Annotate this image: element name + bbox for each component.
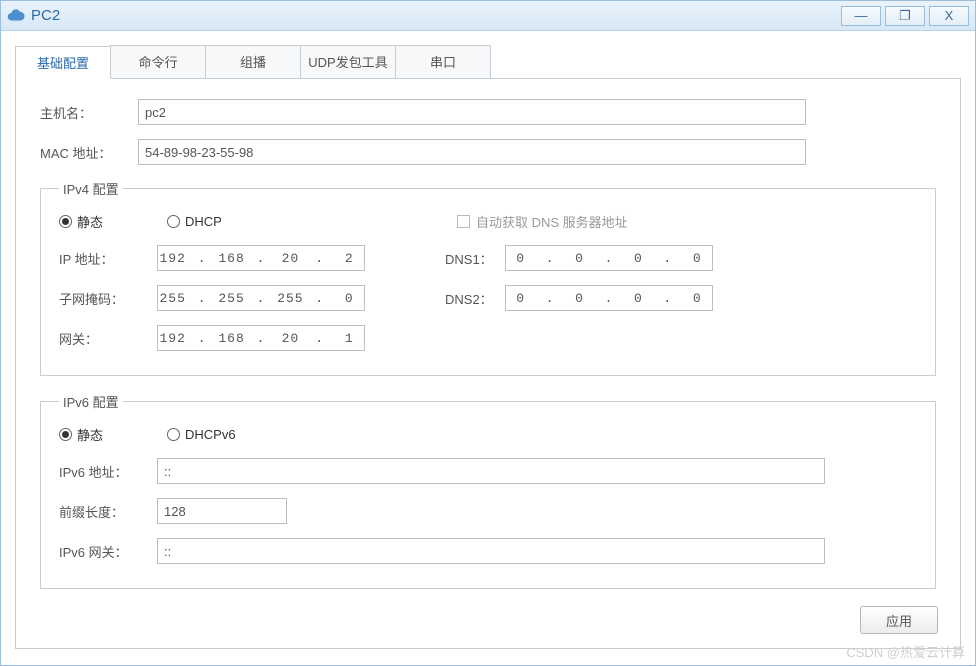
ipv4-dhcp-label: DHCP (185, 214, 222, 229)
dns2-label: DNS2： (445, 289, 505, 308)
dns1-label: DNS1： (445, 249, 505, 268)
ipv6-addr-label: IPv6 地址： (59, 462, 157, 481)
cloud-icon (7, 7, 25, 25)
gw-input[interactable]: 192. 168. 20. 1 (157, 325, 365, 351)
tab-serial[interactable]: 串口 (395, 45, 491, 78)
app-window: PC2 — ❐ X 基础配置 命令行 组播 UDP发包工具 串口 主机名： MA… (0, 0, 976, 666)
auto-dns-label: 自动获取 DNS 服务器地址 (476, 212, 628, 231)
titlebar: PC2 — ❐ X (1, 1, 975, 31)
hostname-label: 主机名： (40, 103, 138, 122)
radio-icon (59, 428, 72, 441)
mac-label: MAC 地址： (40, 143, 138, 162)
ip-label: IP 地址： (59, 249, 157, 268)
radio-icon (59, 215, 72, 228)
ipv6-legend: IPv6 配置 (59, 392, 123, 411)
checkbox-icon (457, 215, 470, 228)
radio-icon (167, 215, 180, 228)
panel-basic: 主机名： MAC 地址： IPv4 配置 静态 DHCP (15, 79, 961, 649)
ipv6-dhcp-radio[interactable]: DHCPv6 (167, 427, 236, 442)
tab-basic[interactable]: 基础配置 (15, 46, 111, 79)
ipv6-gw-input[interactable] (157, 538, 825, 564)
tab-multicast[interactable]: 组播 (205, 45, 301, 78)
ipv6-addr-input[interactable] (157, 458, 825, 484)
ipv4-static-radio[interactable]: 静态 (59, 212, 157, 231)
minimize-button[interactable]: — (841, 6, 881, 26)
gw-label: 网关： (59, 329, 157, 348)
ipv6-static-label: 静态 (77, 425, 103, 444)
ipv6-static-radio[interactable]: 静态 (59, 425, 157, 444)
radio-icon (167, 428, 180, 441)
ipv6-prefix-label: 前缀长度： (59, 502, 157, 521)
ipv6-prefix-input[interactable] (157, 498, 287, 524)
dns2-input[interactable]: 0. 0. 0. 0 (505, 285, 713, 311)
close-button[interactable]: X (929, 6, 969, 26)
mask-label: 子网掩码： (59, 289, 157, 308)
mask-input[interactable]: 255. 255. 255. 0 (157, 285, 365, 311)
auto-dns-checkbox[interactable]: 自动获取 DNS 服务器地址 (457, 212, 628, 231)
window-title: PC2 (31, 7, 60, 24)
ipv4-static-label: 静态 (77, 212, 103, 231)
mac-input[interactable] (138, 139, 806, 165)
ipv4-legend: IPv4 配置 (59, 179, 123, 198)
maximize-button[interactable]: ❐ (885, 6, 925, 26)
ipv6-dhcp-label: DHCPv6 (185, 427, 236, 442)
ipv6-fieldset: IPv6 配置 静态 DHCPv6 IPv6 地址： 前缀长 (40, 392, 936, 589)
hostname-input[interactable] (138, 99, 806, 125)
apply-button[interactable]: 应用 (860, 606, 938, 634)
tabbar: 基础配置 命令行 组播 UDP发包工具 串口 (15, 45, 961, 79)
tab-udp[interactable]: UDP发包工具 (300, 45, 396, 78)
ipv6-gw-label: IPv6 网关： (59, 542, 157, 561)
ip-input[interactable]: 192. 168. 20. 2 (157, 245, 365, 271)
tab-cmdline[interactable]: 命令行 (110, 45, 206, 78)
ipv4-fieldset: IPv4 配置 静态 DHCP 自动获取 DNS 服务器地址 (40, 179, 936, 376)
ipv4-dhcp-radio[interactable]: DHCP (167, 214, 447, 229)
client-area: 基础配置 命令行 组播 UDP发包工具 串口 主机名： MAC 地址： IPv4… (1, 31, 975, 665)
dns1-input[interactable]: 0. 0. 0. 0 (505, 245, 713, 271)
